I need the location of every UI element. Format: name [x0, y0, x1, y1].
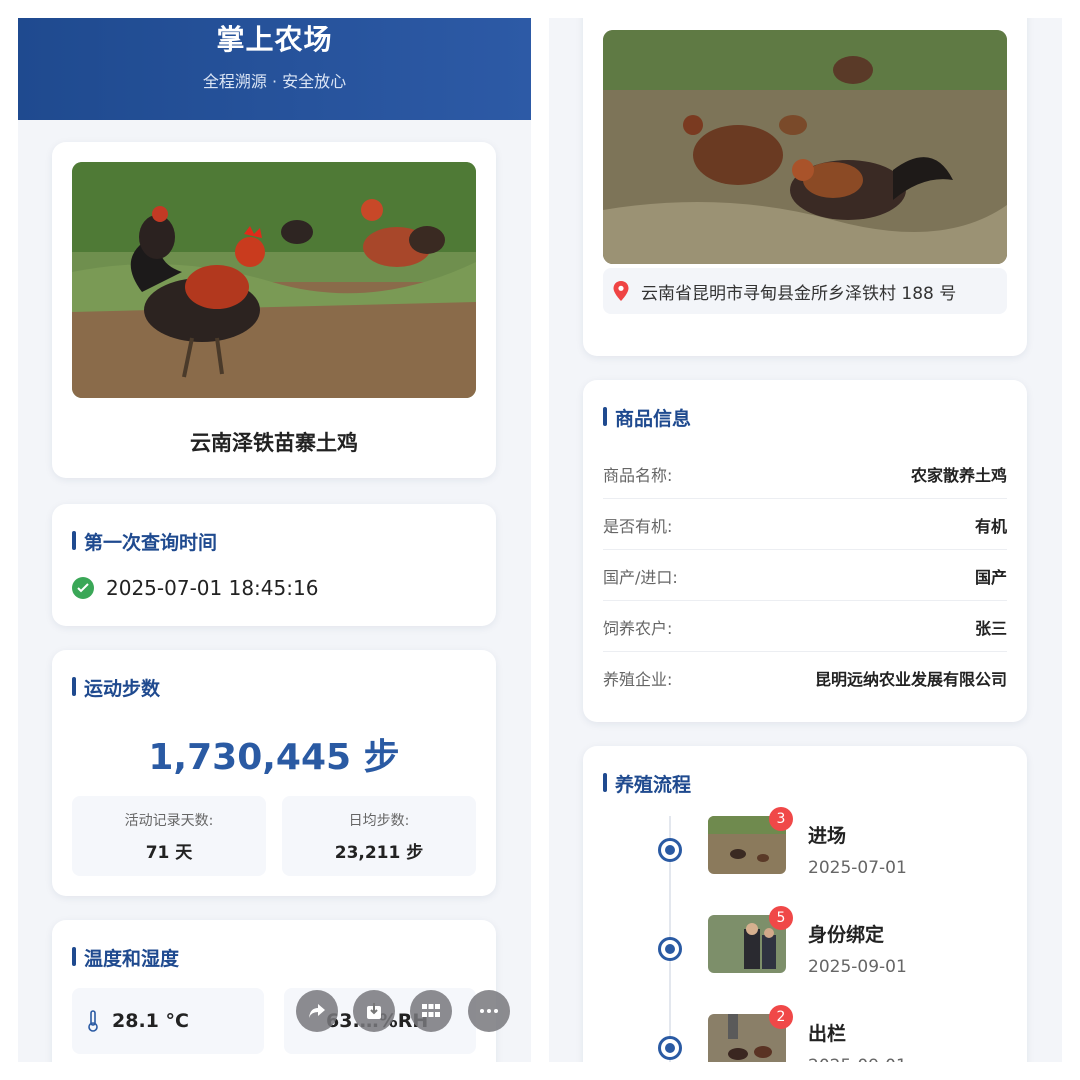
app-header: 掌上农场 全程溯源 · 安全放心 [18, 18, 531, 120]
first-query-title: 第一次查询时间 [72, 528, 217, 555]
more-icon[interactable] [468, 990, 510, 1032]
steps-card: 运动步数 1,730,445 步 活动记录天数: 71 天 日均步数: 23,2… [52, 650, 496, 896]
timeline-item[interactable]: 5 身份绑定 2025-09-01 [583, 906, 1027, 985]
first-query-card: 第一次查询时间 2025-07-01 18:45:16 [52, 504, 496, 626]
timeline-step-name: 身份绑定 [808, 924, 885, 946]
info-value: 有机 [974, 517, 1007, 536]
breeding-process-card: 养殖流程 3 进场 2025-07-01 5 身份绑定 2025-09-01 2… [583, 746, 1027, 1062]
timeline-step-date: 2025-07-01 [808, 858, 907, 878]
info-key: 是否有机: [603, 517, 673, 536]
info-row-origin: 国产/进口: 国产 [603, 550, 1007, 601]
timeline-step-name: 进场 [808, 825, 847, 847]
app-title: 掌上农场 [216, 23, 333, 56]
avg-value: 23,211 步 [334, 843, 424, 863]
farm-address: 云南省昆明市寻甸县金所乡泽铁村 188 号 [603, 268, 1007, 314]
timeline-photo-count-badge: 5 [769, 906, 793, 930]
info-row-company: 养殖企业: 昆明远纳农业发展有限公司 [603, 652, 1007, 703]
info-value: 国产 [974, 568, 1007, 587]
timeline-item[interactable]: 3 进场 2025-07-01 [583, 807, 1027, 886]
farm-address-text: 云南省昆明市寻甸县金所乡泽铁村 188 号 [641, 283, 957, 304]
info-row-organic: 是否有机: 有机 [603, 499, 1007, 550]
info-row-name: 商品名称: 农家散养土鸡 [603, 448, 1007, 499]
left-screen: 掌上农场 全程溯源 · 安全放心 云南泽铁苗寨土鸡 第一次查询时间 2025-0… [18, 18, 531, 1062]
timeline-dot-icon [658, 1036, 682, 1060]
info-key: 商品名称: [603, 466, 673, 485]
timeline-item[interactable]: 2 出栏 2025-09-01 [583, 1005, 1027, 1062]
days-value: 71 天 [145, 843, 193, 863]
info-value: 昆明远纳农业发展有限公司 [814, 670, 1007, 689]
goods-info-title: 商品信息 [603, 404, 691, 431]
first-query-row: 2025-07-01 18:45:16 [72, 576, 318, 600]
farm-location-card: 云南省昆明市寻甸县金所乡泽铁村 188 号 [583, 18, 1027, 356]
info-value: 农家散养土鸡 [910, 466, 1007, 485]
days-stat: 活动记录天数: 71 天 [72, 796, 266, 876]
temperature-box: 28.1 °C [72, 988, 264, 1054]
info-row-farmer: 饲养农户: 张三 [603, 601, 1007, 652]
timeline-dot-icon [658, 937, 682, 961]
product-name: 云南泽铁苗寨土鸡 [190, 431, 358, 455]
timeline-dot-icon [658, 838, 682, 862]
product-photo[interactable] [72, 162, 476, 398]
steps-title: 运动步数 [72, 674, 160, 701]
steps-total: 1,730,445 步 [148, 737, 400, 778]
grid-icon[interactable] [410, 990, 452, 1032]
check-circle-icon [72, 577, 94, 599]
timeline-step-date: 2025-09-01 [808, 1056, 907, 1062]
thermometer-icon [88, 1010, 98, 1032]
temperature-value: 28.1 °C [112, 1010, 189, 1032]
product-card: 云南泽铁苗寨土鸡 [52, 142, 496, 478]
app-subtitle: 全程溯源 · 安全放心 [202, 72, 347, 91]
days-label: 活动记录天数: [124, 813, 214, 829]
timeline-step-date: 2025-09-01 [808, 957, 907, 977]
environment-title: 温度和湿度 [72, 944, 179, 971]
farm-photo[interactable] [603, 30, 1007, 264]
location-pin-icon [613, 281, 629, 301]
right-screen: 云南省昆明市寻甸县金所乡泽铁村 188 号 商品信息 商品名称: 农家散养土鸡 … [549, 18, 1062, 1062]
info-value: 张三 [974, 619, 1007, 638]
share-icon[interactable] [296, 990, 338, 1032]
goods-info-card: 商品信息 商品名称: 农家散养土鸡 是否有机: 有机 国产/进口: 国产 饲养农… [583, 380, 1027, 722]
info-key: 养殖企业: [603, 670, 673, 689]
timeline-photo-count-badge: 3 [769, 807, 793, 831]
first-query-time: 2025-07-01 18:45:16 [106, 576, 319, 600]
info-key: 国产/进口: [603, 568, 678, 587]
avg-label: 日均步数: [348, 813, 410, 829]
timeline-step-name: 出栏 [808, 1023, 847, 1045]
avg-stat: 日均步数: 23,211 步 [282, 796, 476, 876]
breeding-process-title: 养殖流程 [603, 770, 691, 797]
timeline-photo-count-badge: 2 [769, 1005, 793, 1029]
info-key: 饲养农户: [603, 619, 673, 638]
download-icon[interactable] [353, 990, 395, 1032]
